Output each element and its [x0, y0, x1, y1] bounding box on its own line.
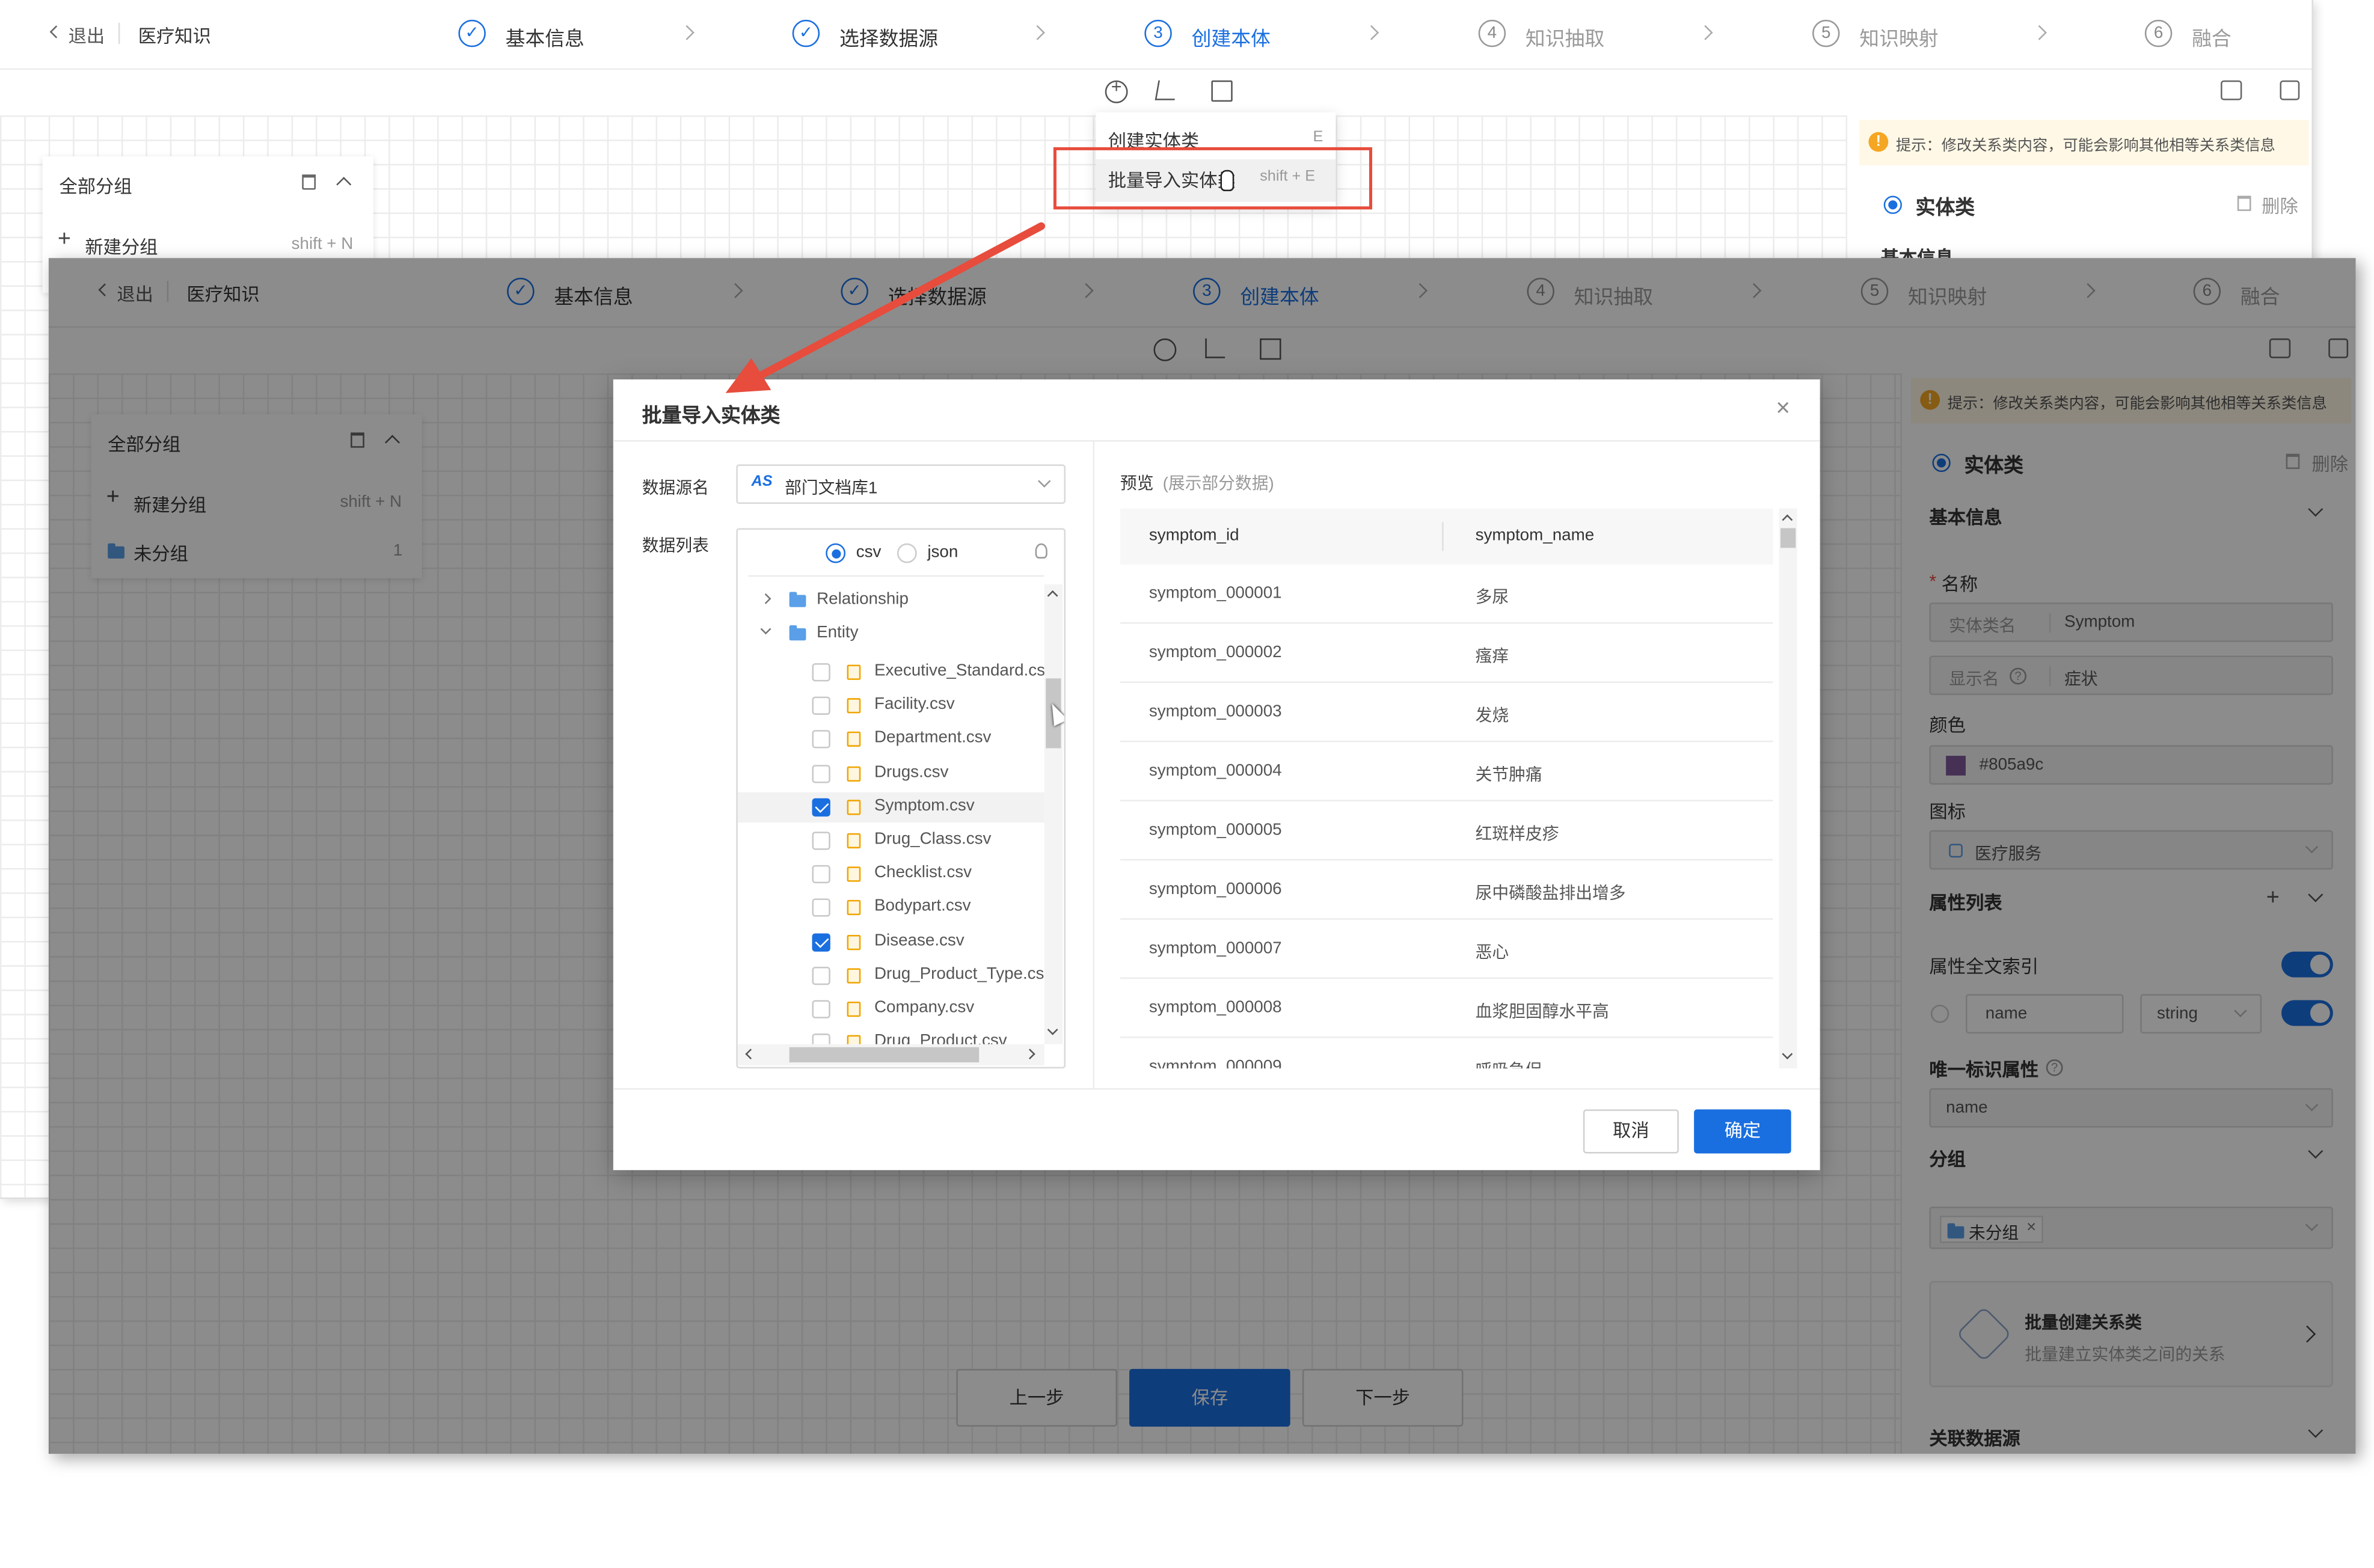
- screenshot-stage: 退出 医疗知识 ✓ 基本信息 ✓ 选择数据源 3 创建本体 4 知识抽取 5 知…: [0, 0, 2374, 1568]
- arrow-shaft: [755, 222, 1045, 381]
- annotation-arrow: [725, 222, 1045, 393]
